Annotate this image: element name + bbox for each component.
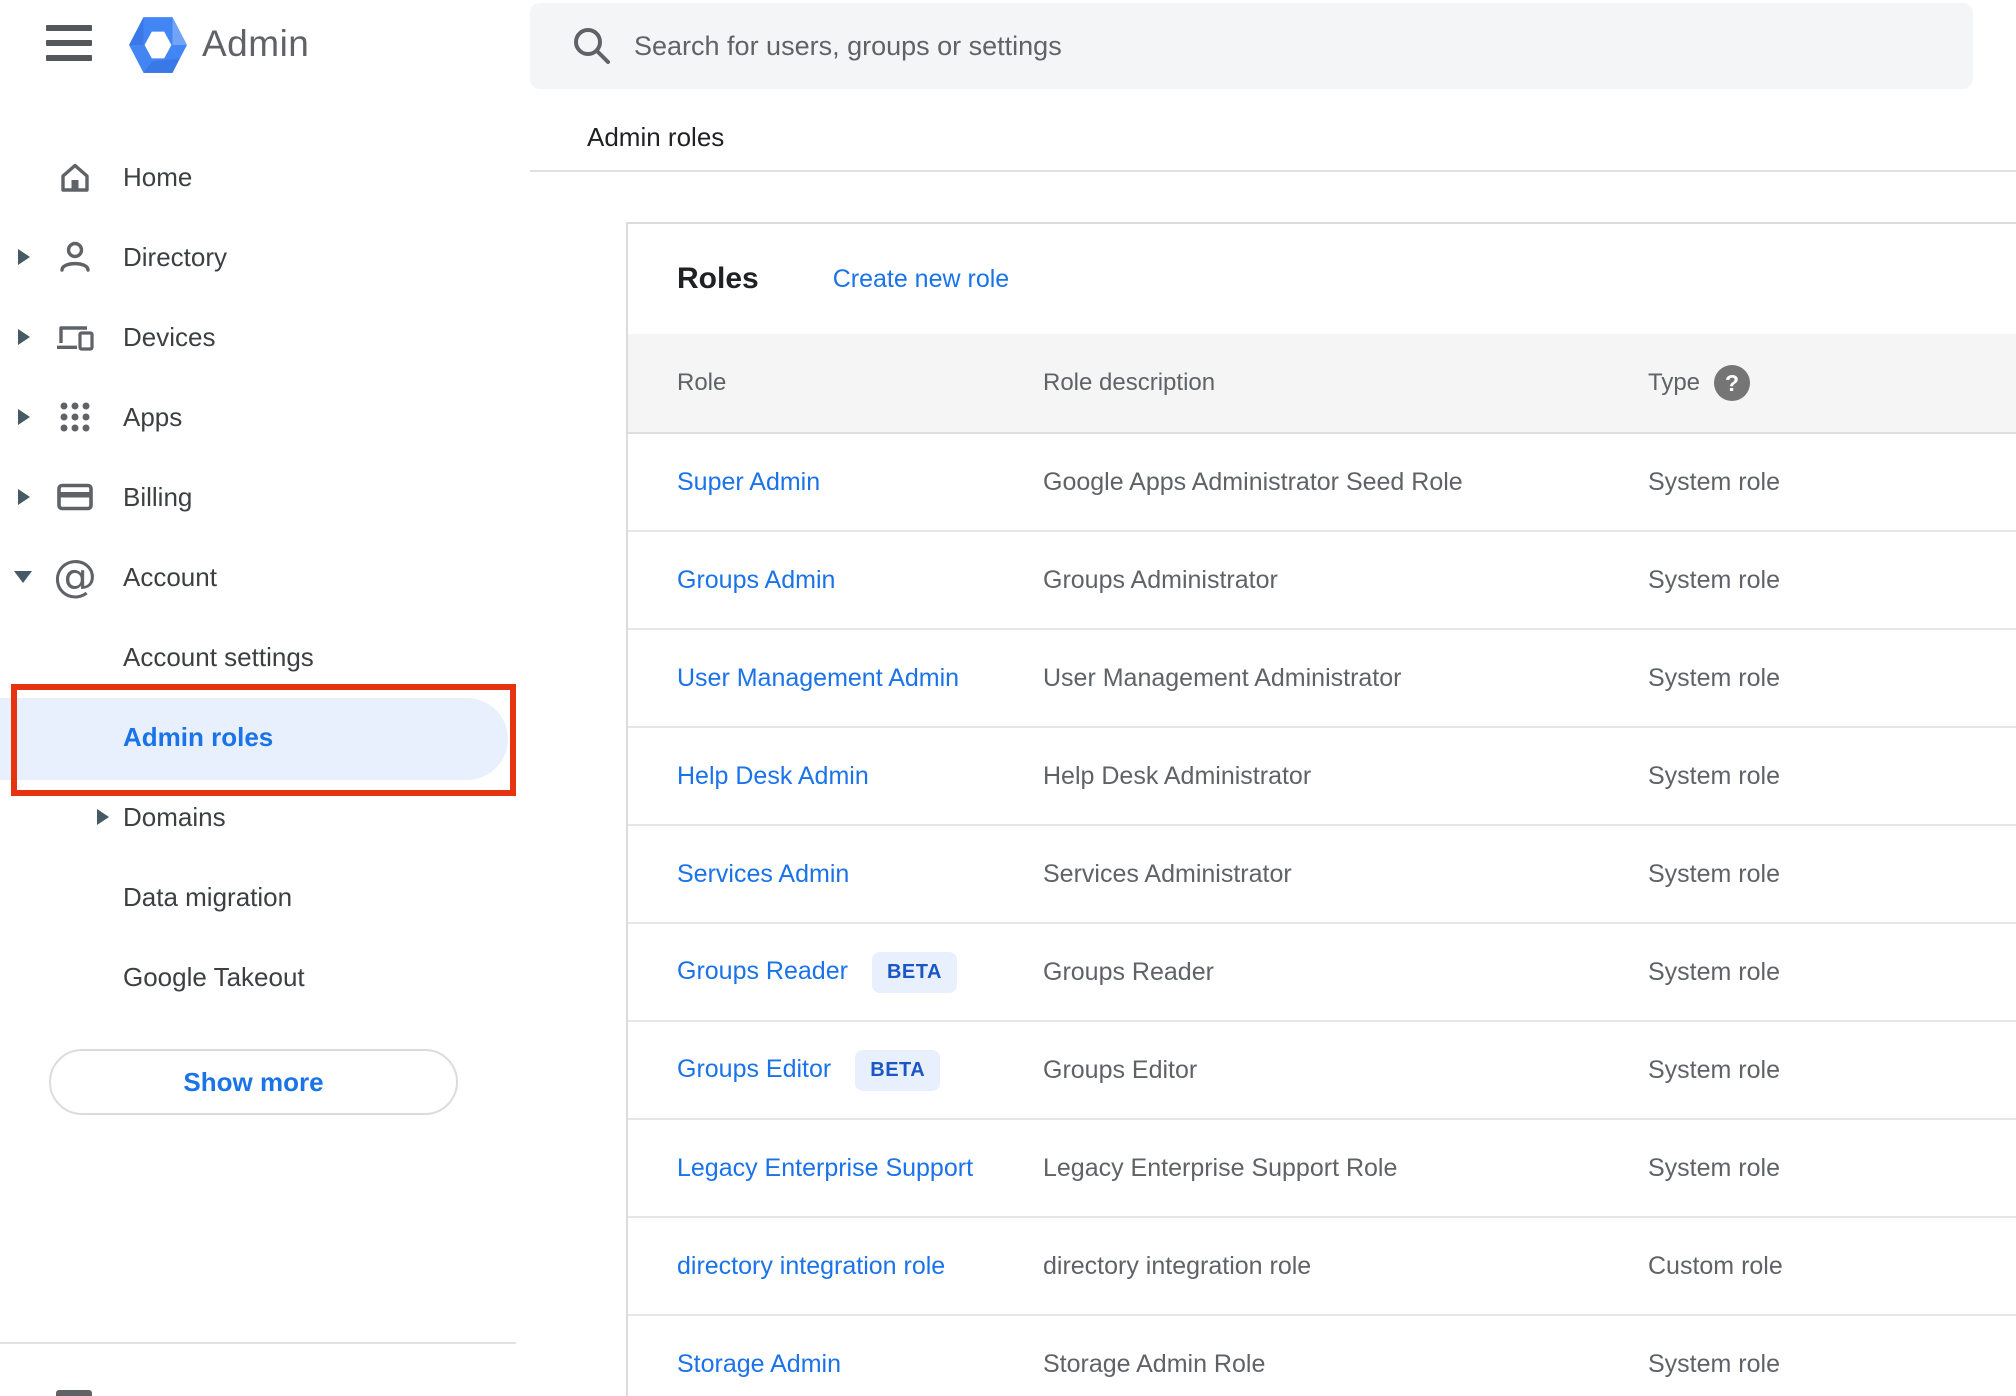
column-header-type: Type ? bbox=[1648, 365, 2016, 401]
create-new-role-link[interactable]: Create new role bbox=[833, 265, 1009, 294]
table-header-row: Role Role description Type ? bbox=[628, 334, 2016, 434]
role-description-cell: Groups Administrator bbox=[1043, 565, 1278, 594]
admin-hexagon-logo-icon[interactable] bbox=[127, 16, 189, 74]
caret-right-icon[interactable] bbox=[18, 489, 30, 505]
sidebar-bottom-icon bbox=[56, 1390, 92, 1396]
help-icon[interactable]: ? bbox=[1714, 365, 1751, 401]
role-description-cell: Groups Reader bbox=[1043, 957, 1214, 986]
sidebar-item-account-settings[interactable]: Account settings bbox=[0, 617, 516, 697]
sidebar-divider bbox=[0, 1342, 516, 1344]
role-type-cell: System role bbox=[1648, 957, 1780, 986]
search-icon bbox=[574, 28, 610, 64]
sidebar-item-data-migration[interactable]: Data migration bbox=[0, 857, 516, 937]
role-link[interactable]: Storage Admin bbox=[677, 1350, 841, 1378]
table-row: Services Admin Services Administrator Sy… bbox=[628, 826, 2016, 924]
role-type-cell: System role bbox=[1648, 1055, 1780, 1084]
caret-right-icon[interactable] bbox=[18, 249, 30, 265]
caret-right-icon[interactable] bbox=[18, 329, 30, 345]
role-link[interactable]: Legacy Enterprise Support bbox=[677, 1154, 973, 1182]
table-row: User Management Admin User Management Ad… bbox=[628, 630, 2016, 728]
column-header-description: Role description bbox=[1043, 369, 1216, 396]
role-description-cell: Storage Admin Role bbox=[1043, 1349, 1266, 1378]
credit-card-icon bbox=[55, 477, 95, 517]
role-link[interactable]: User Management Admin bbox=[677, 664, 959, 692]
role-type-cell: System role bbox=[1648, 467, 1780, 496]
role-type-cell: System role bbox=[1648, 761, 1780, 790]
table-row: Super Admin Google Apps Administrator Se… bbox=[628, 434, 2016, 532]
product-title: Admin bbox=[202, 23, 310, 64]
person-icon bbox=[55, 237, 95, 277]
sidebar-item-google-takeout[interactable]: Google Takeout bbox=[0, 937, 516, 1017]
role-description-cell: Groups Editor bbox=[1043, 1055, 1198, 1084]
column-header-role: Role bbox=[677, 369, 727, 396]
sidebar-item-account[interactable]: @ Account bbox=[0, 537, 516, 617]
search-bar[interactable] bbox=[530, 3, 1973, 89]
breadcrumb: Admin roles bbox=[587, 122, 725, 152]
role-link[interactable]: Services Admin bbox=[677, 860, 849, 888]
role-description-cell: User Management Administrator bbox=[1043, 663, 1402, 692]
role-description-cell: directory integration role bbox=[1043, 1251, 1312, 1280]
sidebar-item-domains[interactable]: Domains bbox=[0, 777, 516, 857]
table-row: directory integration role directory int… bbox=[628, 1218, 2016, 1316]
at-sign-icon: @ bbox=[53, 551, 97, 602]
role-link[interactable]: Super Admin bbox=[677, 468, 820, 496]
home-icon bbox=[55, 157, 95, 197]
role-type-cell: System role bbox=[1648, 1349, 1780, 1378]
role-type-cell: System role bbox=[1648, 859, 1780, 888]
panel-title: Roles bbox=[677, 262, 759, 295]
role-link[interactable]: Groups Editor bbox=[677, 1055, 831, 1083]
caret-down-icon[interactable] bbox=[14, 571, 32, 583]
table-row: Legacy Enterprise Support Legacy Enterpr… bbox=[628, 1120, 2016, 1218]
role-description-cell: Google Apps Administrator Seed Role bbox=[1043, 467, 1463, 496]
sidebar-item-apps[interactable]: Apps bbox=[0, 377, 516, 457]
role-link[interactable]: Help Desk Admin bbox=[677, 762, 869, 790]
role-type-cell: Custom role bbox=[1648, 1251, 1783, 1280]
menu-icon[interactable] bbox=[46, 25, 92, 61]
table-row: Groups Reader BETA Groups Reader System r… bbox=[628, 924, 2016, 1022]
caret-right-icon[interactable] bbox=[18, 409, 30, 425]
role-type-cell: System role bbox=[1648, 1153, 1780, 1182]
sidebar-item-home[interactable]: Home bbox=[0, 137, 516, 217]
google-admin-console: Admin Home Directory bbox=[0, 0, 2016, 1396]
show-more-button[interactable]: Show more bbox=[49, 1049, 458, 1115]
caret-right-icon[interactable] bbox=[97, 809, 109, 825]
role-description-cell: Help Desk Administrator bbox=[1043, 761, 1312, 790]
table-row: Groups Admin Groups Administrator System… bbox=[628, 532, 2016, 630]
beta-badge: BETA bbox=[871, 951, 957, 993]
table-row: Storage Admin Storage Admin Role System … bbox=[628, 1316, 2016, 1396]
sidebar-item-directory[interactable]: Directory bbox=[0, 217, 516, 297]
roles-panel: Roles Create new role Role Role descript… bbox=[626, 222, 2016, 1396]
role-description-cell: Services Administrator bbox=[1043, 859, 1292, 888]
role-link[interactable]: Groups Admin bbox=[677, 566, 835, 594]
roles-panel-header: Roles Create new role bbox=[628, 224, 2016, 334]
table-row: Groups Editor BETA Groups Editor System r… bbox=[628, 1022, 2016, 1120]
role-description-cell: Legacy Enterprise Support Role bbox=[1043, 1153, 1398, 1182]
role-link[interactable]: directory integration role bbox=[677, 1252, 945, 1280]
devices-icon bbox=[55, 317, 95, 357]
content-divider bbox=[530, 170, 2016, 172]
role-type-cell: System role bbox=[1648, 565, 1780, 594]
sidebar-item-admin-roles[interactable]: Admin roles bbox=[0, 697, 516, 777]
beta-badge: BETA bbox=[855, 1049, 941, 1091]
search-input[interactable] bbox=[632, 29, 1973, 63]
table-row: Help Desk Admin Help Desk Administrator … bbox=[628, 728, 2016, 826]
sidebar-item-billing[interactable]: Billing bbox=[0, 457, 516, 537]
apps-grid-icon bbox=[55, 397, 95, 437]
sidebar-item-devices[interactable]: Devices bbox=[0, 297, 516, 377]
role-link[interactable]: Groups Reader bbox=[677, 957, 848, 985]
role-type-cell: System role bbox=[1648, 663, 1780, 692]
